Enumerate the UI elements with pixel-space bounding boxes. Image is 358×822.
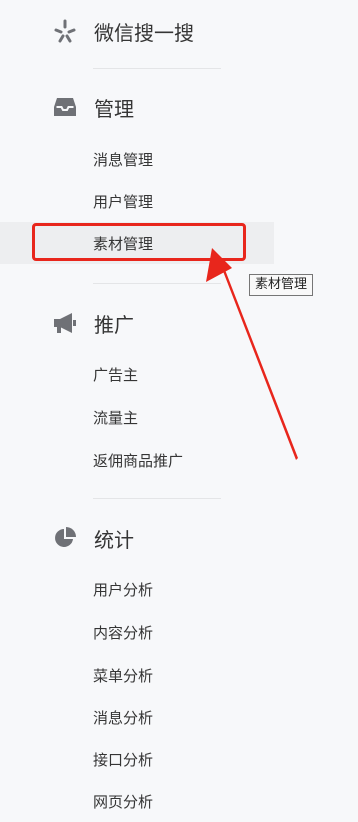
annotation-arrow — [206, 248, 298, 460]
tooltip: 素材管理 — [249, 274, 314, 296]
